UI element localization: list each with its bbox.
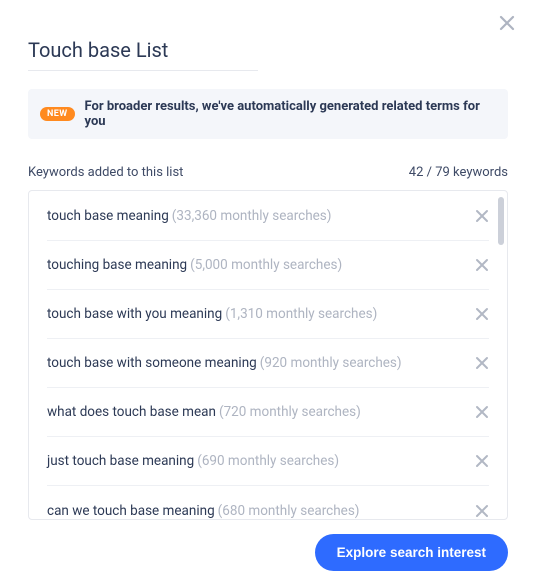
notice-text: For broader results, we've automatically… — [85, 99, 497, 129]
keyword-list-modal: Touch base List NEW For broader results,… — [0, 0, 536, 563]
keyword-volume: (680 monthly searches) — [218, 503, 360, 519]
keyword-volume: (1,310 monthly searches) — [225, 306, 377, 322]
remove-keyword-icon[interactable] — [475, 258, 489, 272]
close-icon[interactable] — [498, 14, 516, 32]
keyword-row: touch base with you meaning (1,310 month… — [47, 290, 489, 339]
keyword-term: just touch base meaning — [47, 453, 194, 469]
keyword-term: what does touch base mean — [47, 404, 216, 420]
keyword-term: touch base with you meaning — [47, 306, 222, 322]
remove-keyword-icon[interactable] — [475, 405, 489, 419]
explore-search-interest-button[interactable]: Explore search interest — [315, 534, 508, 571]
keyword-volume: (690 monthly searches) — [197, 453, 339, 469]
keyword-row: touching base meaning (5,000 monthly sea… — [47, 241, 489, 290]
page-title: Touch base List — [28, 38, 258, 71]
keyword-list: touch base meaning (33,360 monthly searc… — [28, 190, 508, 520]
remove-keyword-icon[interactable] — [475, 454, 489, 468]
keyword-term: can we touch base meaning — [47, 503, 215, 519]
notice-banner: NEW For broader results, we've automatic… — [28, 89, 508, 139]
scrollbar-thumb[interactable] — [498, 197, 504, 245]
new-badge: NEW — [40, 107, 75, 121]
keyword-row: what does touch base mean (720 monthly s… — [47, 388, 489, 437]
keyword-volume: (920 monthly searches) — [260, 355, 402, 371]
keyword-volume: (33,360 monthly searches) — [172, 208, 332, 224]
keyword-row: touch base with someone meaning (920 mon… — [47, 339, 489, 388]
keyword-volume: (5,000 monthly searches) — [190, 257, 342, 273]
keyword-row: can we touch base meaning (680 monthly s… — [47, 486, 489, 520]
remove-keyword-icon[interactable] — [475, 209, 489, 223]
remove-keyword-icon[interactable] — [475, 307, 489, 321]
subheader-label: Keywords added to this list — [28, 165, 183, 180]
remove-keyword-icon[interactable] — [475, 356, 489, 370]
keyword-row: just touch base meaning (690 monthly sea… — [47, 437, 489, 486]
keyword-row: touch base meaning (33,360 monthly searc… — [47, 191, 489, 241]
keyword-term: touch base with someone meaning — [47, 355, 257, 371]
keyword-term: touching base meaning — [47, 257, 187, 273]
keyword-volume: (720 monthly searches) — [219, 404, 361, 420]
keyword-count: 42 / 79 keywords — [409, 165, 508, 180]
keyword-term: touch base meaning — [47, 208, 169, 224]
list-subheader: Keywords added to this list 42 / 79 keyw… — [28, 165, 508, 180]
remove-keyword-icon[interactable] — [475, 504, 489, 518]
